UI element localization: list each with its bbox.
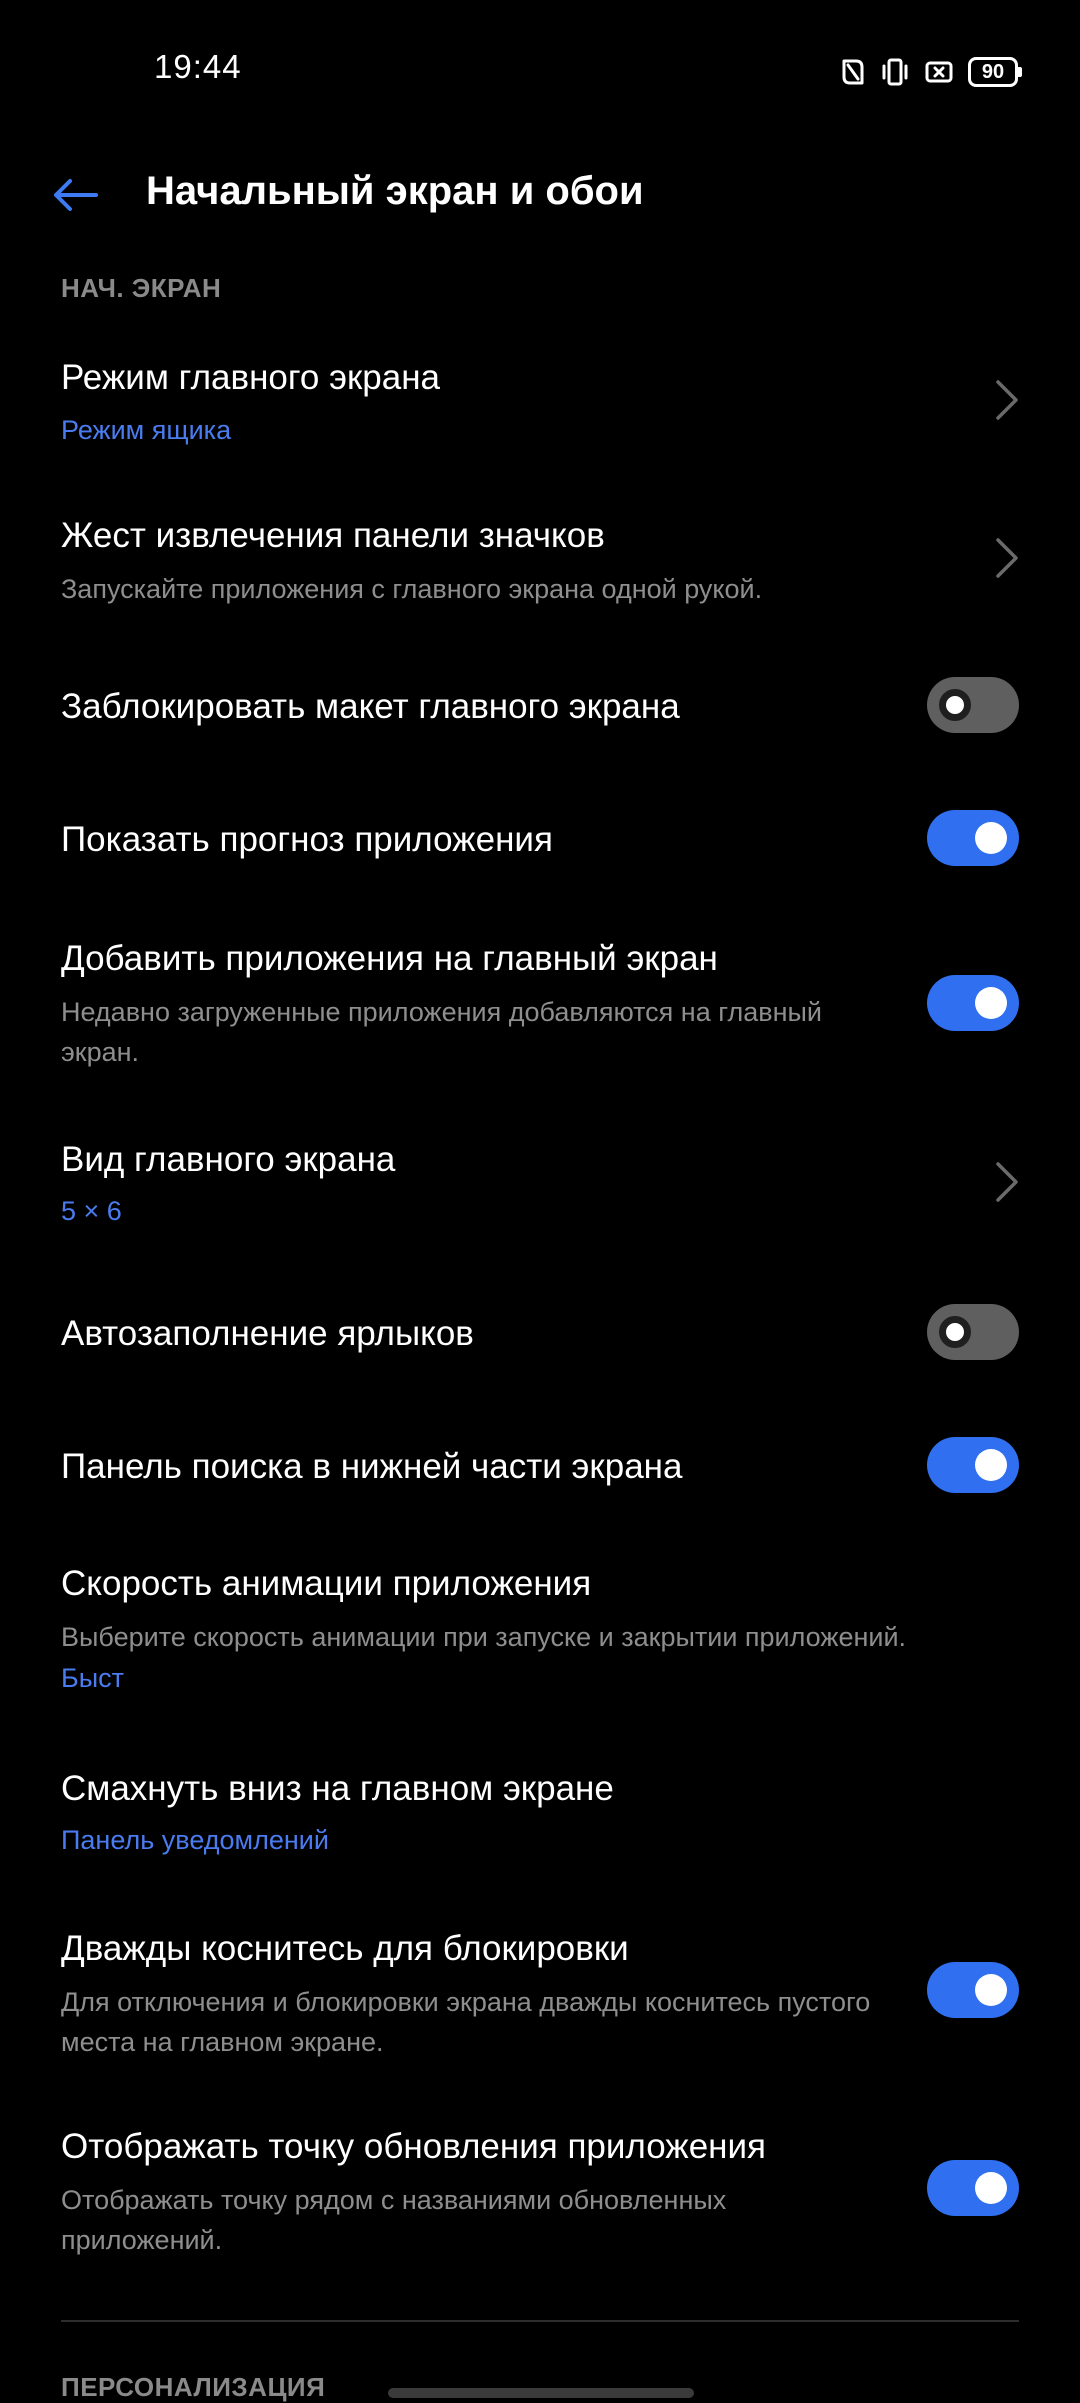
setting-app-prediction[interactable]: Показать прогноз приложения <box>0 798 1080 878</box>
lock-layout-toggle[interactable] <box>927 677 1019 733</box>
setting-home-mode[interactable]: Режим главного экрана Режим ящика <box>0 340 1080 468</box>
setting-title: Режим главного экрана <box>61 358 440 397</box>
app-prediction-toggle[interactable] <box>927 810 1019 866</box>
chevron-right-icon <box>996 538 1018 578</box>
page-title: Начальный экран и обои <box>146 169 644 213</box>
setting-title: Дважды коснитесь для блокировки <box>61 1929 629 1968</box>
setting-title: Заблокировать макет главного экрана <box>61 687 680 726</box>
bottom-search-bar-toggle[interactable] <box>927 1437 1019 1493</box>
section-header-home: НАЧ. ЭКРАН <box>61 273 222 303</box>
setting-subtitle: Запускайте приложения с главного экрана … <box>61 574 763 604</box>
app-header: Начальный экран и обои <box>0 140 1080 244</box>
setting-animation-speed[interactable]: Скорость анимации приложения Выберите ск… <box>0 1560 1080 1710</box>
setting-swipe-down[interactable]: Смахнуть вниз на главном экране Панель у… <box>0 1765 1080 1875</box>
setting-subtitle: Отображать точку рядом с названиями обно… <box>61 2185 727 2255</box>
setting-bottom-search-bar[interactable]: Панель поиска в нижней части экрана <box>0 1425 1080 1505</box>
status-time: 19:44 <box>154 48 242 85</box>
setting-autofill-shortcuts[interactable]: Автозаполнение ярлыков <box>0 1292 1080 1372</box>
setting-title: Панель поиска в нижней части экрана <box>61 1447 683 1486</box>
chevron-right-icon <box>996 380 1018 420</box>
setting-update-dot[interactable]: Отображать точку обновления приложения О… <box>0 2123 1080 2273</box>
setting-icon-panel-gesture[interactable]: Жест извлечения панели значков Запускайт… <box>0 500 1080 628</box>
add-apps-home-toggle[interactable] <box>927 975 1019 1031</box>
back-button[interactable] <box>40 160 110 230</box>
setting-lock-layout[interactable]: Заблокировать макет главного экрана <box>0 665 1080 745</box>
setting-title: Смахнуть вниз на главном экране <box>61 1769 614 1808</box>
update-dot-toggle[interactable] <box>927 2160 1019 2216</box>
screen-record-icon <box>924 57 954 87</box>
setting-title: Показать прогноз приложения <box>61 820 553 859</box>
setting-title: Скорость анимации приложения <box>61 1564 592 1603</box>
setting-title: Вид главного экрана <box>61 1140 396 1179</box>
section-divider <box>61 2320 1019 2322</box>
setting-subtitle: Недавно загруженные приложения добавляют… <box>61 997 822 1067</box>
setting-value: Быст <box>61 1663 124 1693</box>
double-tap-lock-toggle[interactable] <box>927 1962 1019 2018</box>
setting-title: Добавить приложения на главный экран <box>61 939 718 978</box>
setting-home-layout[interactable]: Вид главного экрана 5 × 6 <box>0 1130 1080 1258</box>
setting-title: Отображать точку обновления приложения <box>61 2127 767 2166</box>
setting-subtitle: Выберите скорость анимации при запуске и… <box>61 1622 907 1652</box>
nfc-icon <box>840 57 866 87</box>
setting-title: Автозаполнение ярлыков <box>61 1314 474 1353</box>
status-icons: 90 <box>840 52 1022 92</box>
section-header-personalization: ПЕРСОНАЛИЗАЦИЯ <box>61 2372 326 2402</box>
battery-level: 90 <box>968 57 1018 87</box>
home-indicator[interactable] <box>388 2388 694 2398</box>
chevron-right-icon <box>996 1162 1018 1202</box>
setting-value: 5 × 6 <box>61 1196 122 1226</box>
setting-title: Жест извлечения панели значков <box>61 516 605 555</box>
setting-double-tap-lock[interactable]: Дважды коснитесь для блокировки Для откл… <box>0 1925 1080 2075</box>
arrow-left-icon <box>54 179 98 211</box>
setting-subtitle: Для отключения и блокировки экрана дважд… <box>61 1987 871 2057</box>
status-bar: 19:44 90 <box>0 0 1080 140</box>
autofill-shortcuts-toggle[interactable] <box>927 1304 1019 1360</box>
vibrate-icon <box>880 57 910 87</box>
battery-icon: 90 <box>968 57 1022 87</box>
setting-value: Панель уведомлений <box>61 1825 329 1855</box>
setting-add-apps-home[interactable]: Добавить приложения на главный экран Нед… <box>0 935 1080 1085</box>
setting-value: Режим ящика <box>61 415 232 445</box>
